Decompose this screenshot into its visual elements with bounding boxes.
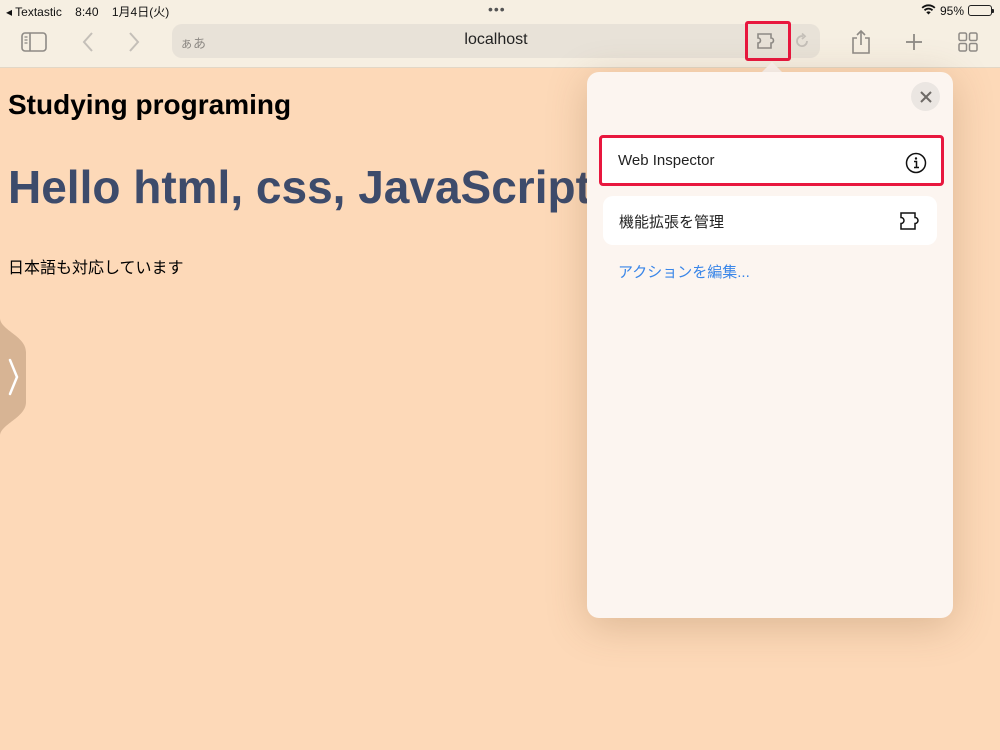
page-title: Hello html, css, JavaScript	[8, 161, 591, 213]
sidebar-pull-handle[interactable]	[0, 318, 28, 436]
close-icon	[919, 90, 932, 103]
page-heading: Studying programing	[8, 89, 292, 120]
extensions-button[interactable]	[745, 21, 791, 61]
menu-item-manage-extensions[interactable]: 機能拡張を管理	[603, 196, 937, 245]
status-date: 1月4日(火)	[111, 5, 170, 19]
address-bar[interactable]: ぁあ localhost	[172, 24, 820, 58]
extensions-popover: Web Inspector 機能拡張を管理 アクションを編集...	[587, 72, 953, 618]
battery-icon	[968, 5, 994, 16]
sidebar-toggle-icon[interactable]	[18, 28, 50, 56]
share-icon[interactable]	[845, 28, 877, 56]
back-chevron-icon[interactable]	[72, 28, 104, 56]
menu-item-web-inspector[interactable]: Web Inspector	[599, 135, 944, 186]
safari-toolbar: ぁあ localhost	[0, 20, 1000, 68]
info-icon	[903, 150, 929, 176]
forward-chevron-icon[interactable]	[118, 28, 150, 56]
status-time: 8:40	[75, 5, 99, 19]
reload-icon[interactable]	[790, 29, 814, 53]
page-paragraph: 日本語も対応しています	[8, 258, 184, 277]
wifi-icon	[921, 3, 936, 18]
status-bar: ◂ Textastic 8:40 1月4日(火) ••• 95%	[0, 0, 1000, 20]
menu-item-label: 機能拡張を管理	[619, 214, 725, 231]
new-tab-plus-icon[interactable]	[898, 28, 930, 56]
puzzle-icon	[899, 208, 925, 234]
multitasking-dots[interactable]: •••	[488, 1, 506, 17]
puzzle-icon	[757, 33, 775, 49]
back-to-app-link[interactable]: ◂ Textastic	[6, 5, 62, 19]
battery-percent: 95%	[939, 3, 964, 18]
menu-item-label: Web Inspector	[618, 152, 715, 169]
close-button[interactable]	[911, 82, 940, 111]
tab-overview-icon[interactable]	[952, 28, 984, 56]
url-text[interactable]: localhost	[172, 31, 820, 49]
edit-actions-link[interactable]: アクションを編集...	[618, 261, 750, 282]
